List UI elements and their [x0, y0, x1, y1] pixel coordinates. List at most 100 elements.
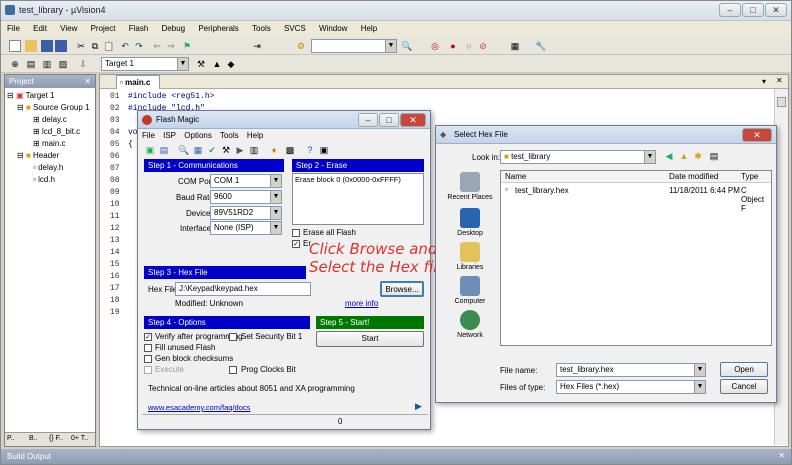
find-in-files-icon[interactable]: ⚙ [295, 40, 307, 52]
menu-file[interactable]: File [1, 21, 25, 33]
next-arrow-icon[interactable]: ▶ [415, 401, 422, 412]
collapse-icon[interactable]: ⊟ [7, 91, 14, 100]
manage-components-icon[interactable]: ◆ [225, 58, 237, 70]
collapse-icon[interactable]: ⊟ [17, 103, 24, 112]
checksums-checkbox[interactable] [144, 355, 152, 363]
wrench-icon[interactable]: ⚒ [220, 144, 232, 156]
menu-peripherals[interactable]: Peripherals [192, 21, 243, 33]
scroll-thumb[interactable] [777, 97, 786, 107]
fm-menu-isp[interactable]: ISP [163, 131, 176, 140]
find-icon[interactable]: 🔍 [401, 40, 413, 52]
target-select[interactable]: Target 1 ▼ [101, 57, 189, 71]
tree-item-target[interactable]: ⊟ ▣ Target 1 [7, 90, 93, 102]
debug-zoom-icon[interactable]: ◎ [429, 40, 441, 52]
device-icon[interactable]: ▥ [248, 144, 260, 156]
execute-checkbox[interactable] [144, 366, 152, 374]
menu-tools[interactable]: Tools [246, 21, 276, 33]
heart-icon[interactable]: ♦ [268, 144, 280, 156]
breakpoint-icon[interactable]: ● [447, 40, 459, 52]
back-icon[interactable]: ◀ [663, 150, 675, 162]
tree-item-main-c[interactable]: ⊞ main.c [7, 138, 93, 150]
fm-minimize-button[interactable]: – [358, 113, 378, 127]
file-extensions-icon[interactable]: ▲ [211, 58, 223, 70]
target-options-icon[interactable]: ⚒ [195, 58, 207, 70]
column-type[interactable]: Type [741, 172, 758, 181]
interface-select[interactable]: None (ISP) ▼ [210, 221, 282, 235]
paste-icon[interactable]: 📋 [103, 40, 115, 52]
hex-file-input[interactable]: J:\Keypad\keypad.hex [175, 282, 311, 296]
file-list[interactable]: Name Date modified Type ▫ test_library.h… [500, 170, 772, 346]
nav-forward-icon[interactable]: ⇒ [165, 40, 177, 52]
translate-icon[interactable]: ⊕ [9, 58, 21, 70]
menu-svcs[interactable]: SVCS [278, 21, 311, 33]
collapse-icon[interactable]: ⊟ [17, 151, 24, 160]
cut-icon[interactable]: ✂ [75, 40, 87, 52]
tab-project[interactable]: P.. [7, 435, 15, 442]
more-info-link[interactable]: more info [345, 299, 378, 308]
open-button[interactable]: Open [720, 362, 768, 377]
menu-view[interactable]: View [54, 21, 82, 33]
verify-checkbox[interactable]: ✓ [144, 333, 152, 341]
batch-build-icon[interactable]: ▧ [57, 58, 69, 70]
prog-clocks-checkbox[interactable] [229, 366, 237, 374]
fm-menu-options[interactable]: Options [184, 131, 212, 140]
security-bit-checkbox[interactable] [229, 333, 237, 341]
fm-maximize-button[interactable]: □ [379, 113, 399, 127]
cancel-button[interactable]: Cancel [720, 379, 768, 394]
place-desktop[interactable]: Desktop [437, 208, 503, 237]
undo-icon[interactable]: ↶ [119, 40, 131, 52]
file-name-input[interactable]: test_library.hex ▼ [556, 363, 706, 377]
indent-icon[interactable]: ⇥ [251, 40, 263, 52]
fm-close-button[interactable]: ✕ [400, 113, 426, 127]
tree-item-header[interactable]: ⊟ ■ Header [7, 150, 93, 162]
save-all-icon[interactable] [55, 40, 67, 52]
place-network[interactable]: Network [437, 310, 503, 339]
menu-flash[interactable]: Flash [123, 21, 154, 33]
verify-icon[interactable]: ✔ [206, 144, 218, 156]
baud-rate-select[interactable]: 9600 ▼ [210, 190, 282, 204]
menu-debug[interactable]: Debug [156, 21, 191, 33]
fm-menu-tools[interactable]: Tools [220, 131, 239, 140]
fm-menu-help[interactable]: Help [247, 131, 263, 140]
tab-list-icon[interactable]: ▾ [762, 77, 766, 86]
start-button[interactable]: Start [316, 331, 424, 347]
save-icon[interactable] [41, 40, 53, 52]
open-folder-icon[interactable] [25, 40, 37, 52]
find-combo[interactable]: ▼ [311, 39, 397, 53]
editor-tab-main[interactable]: ▫ main.c [116, 75, 160, 89]
editor-close-icon[interactable]: ✕ [776, 76, 783, 85]
place-recent[interactable]: Recent Places [437, 172, 503, 201]
tree-item-delay-c[interactable]: ⊞ delay.c [7, 114, 93, 126]
device-select[interactable]: 89V51RD2 ▼ [210, 206, 282, 220]
build-output-close-icon[interactable]: ✕ [778, 451, 785, 460]
up-folder-icon[interactable]: ▲ [678, 150, 690, 162]
search-icon[interactable]: 🔍 [178, 144, 190, 156]
view-menu-icon[interactable]: ▤ [708, 150, 720, 162]
play-icon[interactable]: ▶ [234, 144, 246, 156]
menu-help[interactable]: Help [355, 21, 382, 33]
open-icon[interactable]: ▣ [144, 144, 156, 156]
copy-icon[interactable]: ⧉ [89, 40, 101, 52]
maximize-button[interactable]: □ [742, 3, 764, 17]
tab-templates[interactable]: 0+ T.. [71, 435, 88, 442]
esacademy-link[interactable]: www.esacademy.com/faq/docs [148, 403, 250, 412]
menu-edit[interactable]: Edit [27, 21, 52, 33]
tree-item-delay-h[interactable]: ▫ delay.h [7, 162, 93, 174]
column-name[interactable]: Name [505, 172, 526, 181]
place-libraries[interactable]: Libraries [437, 242, 503, 271]
erase-block-list[interactable]: Erase block 0 (0x0000-0xFFFF) [292, 173, 424, 225]
breakpoint-disable-icon[interactable]: ○ [463, 40, 475, 52]
bookmark-icon[interactable]: ⚑ [181, 40, 193, 52]
tree-item-lcd-c[interactable]: ⊞ lcd_8_bit.c [7, 126, 93, 138]
dialog-close-button[interactable]: ✕ [742, 128, 772, 142]
look-in-select[interactable]: ■ test_library ▼ [500, 150, 656, 164]
tree-item-source-group[interactable]: ⊟ ■ Source Group 1 [7, 102, 93, 114]
load-icon[interactable]: ⇩ [77, 58, 89, 70]
files-of-type-select[interactable]: Hex Files (*.hex) ▼ [556, 380, 706, 394]
place-computer[interactable]: Computer [437, 276, 503, 305]
close-button[interactable]: ✕ [765, 3, 787, 17]
new-folder-icon[interactable]: ✱ [692, 150, 704, 162]
tab-functions[interactable]: {} F.. [49, 435, 63, 442]
nav-back-icon[interactable]: ⇐ [151, 40, 163, 52]
erase-all-checkbox[interactable] [292, 229, 300, 237]
